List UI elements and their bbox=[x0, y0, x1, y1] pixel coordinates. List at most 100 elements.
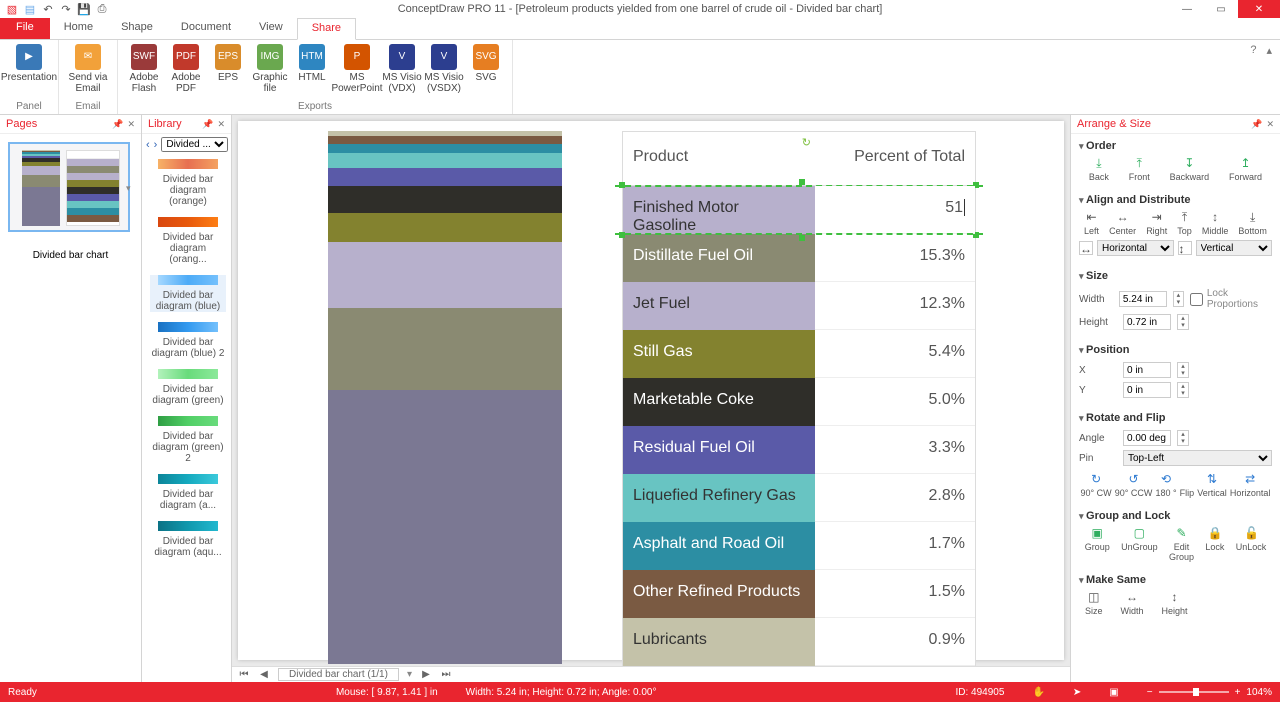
panel-close-icon[interactable]: ✕ bbox=[217, 119, 225, 130]
order-back-button[interactable]: ⤓Back bbox=[1089, 156, 1109, 182]
order-section[interactable]: Order bbox=[1079, 138, 1272, 156]
help-icon[interactable]: ? bbox=[1250, 44, 1256, 56]
width-spinner[interactable]: ▴▾ bbox=[1173, 291, 1184, 307]
align-section[interactable]: Align and Distribute bbox=[1079, 192, 1272, 210]
group-button[interactable]: ▣Group bbox=[1085, 526, 1110, 562]
align-bottom-button[interactable]: ⤓Bottom bbox=[1238, 210, 1267, 236]
maximize-button[interactable]: ▭ bbox=[1204, 0, 1238, 18]
bar-segment[interactable] bbox=[328, 213, 562, 242]
align-center-button[interactable]: ↔Center bbox=[1109, 210, 1136, 236]
bar-segment[interactable] bbox=[328, 186, 562, 213]
rotate-section[interactable]: Rotate and Flip bbox=[1079, 410, 1272, 428]
fit-page-icon[interactable]: ▣ bbox=[1109, 687, 1118, 698]
table-row[interactable]: Still Gas5.4% bbox=[623, 330, 975, 378]
html-button[interactable]: HTMHTML bbox=[292, 42, 332, 100]
align-top-button[interactable]: ⤒Top bbox=[1177, 210, 1192, 236]
panel-close-icon[interactable]: ✕ bbox=[127, 119, 135, 130]
pin-select[interactable]: Top-Left bbox=[1123, 450, 1272, 466]
tab-prev-icon[interactable]: ◀ bbox=[258, 669, 270, 680]
table-row[interactable]: Liquefied Refinery Gas2.8% bbox=[623, 474, 975, 522]
tab-shape[interactable]: Shape bbox=[107, 18, 167, 39]
tab-file[interactable]: File bbox=[0, 18, 50, 39]
bar-segment[interactable] bbox=[328, 153, 562, 168]
graphic-file-button[interactable]: IMGGraphic file bbox=[250, 42, 290, 100]
send-email-button[interactable]: ✉ Send via Email bbox=[65, 42, 111, 100]
ungroup-button[interactable]: ▢UnGroup bbox=[1121, 526, 1158, 562]
undo-icon[interactable]: ↶ bbox=[42, 3, 54, 15]
make-same-section[interactable]: Make Same bbox=[1079, 572, 1272, 590]
library-item[interactable]: Divided bar diagram (orange) bbox=[150, 159, 226, 207]
eps-button[interactable]: EPSEPS bbox=[208, 42, 248, 100]
svg-button[interactable]: SVGSVG bbox=[466, 42, 506, 100]
save-icon[interactable]: 💾 bbox=[78, 3, 90, 15]
page-menu-icon[interactable]: ▾ bbox=[126, 183, 131, 193]
table-row[interactable]: Marketable Coke5.0% bbox=[623, 378, 975, 426]
tab-last-icon[interactable]: ⏭ bbox=[440, 669, 452, 680]
edit-group-button[interactable]: ✎Edit Group bbox=[1169, 526, 1194, 562]
divided-bar-chart[interactable] bbox=[328, 131, 562, 664]
y-spinner[interactable]: ▴▾ bbox=[1177, 382, 1189, 398]
pin-icon[interactable]: 📌 bbox=[112, 119, 123, 130]
minimize-button[interactable]: — bbox=[1170, 0, 1204, 18]
width-input[interactable] bbox=[1119, 291, 1167, 307]
same-size-button[interactable]: ◫Size bbox=[1085, 590, 1103, 616]
align-left-button[interactable]: ⇤Left bbox=[1084, 210, 1099, 236]
tab-view[interactable]: View bbox=[245, 18, 297, 39]
zoom-out-icon[interactable]: − bbox=[1147, 687, 1153, 698]
dist-vert-icon[interactable]: ↕ bbox=[1178, 241, 1192, 255]
align-middle-button[interactable]: ↕Middle bbox=[1202, 210, 1229, 236]
lock-button[interactable]: 🔒Lock bbox=[1205, 526, 1224, 562]
unlock-button[interactable]: 🔓UnLock bbox=[1236, 526, 1267, 562]
same-width-button[interactable]: ↔Width bbox=[1121, 590, 1144, 616]
panel-close-icon[interactable]: ✕ bbox=[1266, 119, 1274, 130]
order-forward-button[interactable]: ↥Forward bbox=[1229, 156, 1262, 182]
table-row[interactable]: Lubricants0.9% bbox=[623, 618, 975, 666]
visio-vsdx-button[interactable]: VMS Visio (VSDX) bbox=[424, 42, 464, 100]
rotate-handle-icon[interactable]: ↻ bbox=[802, 136, 811, 149]
library-item[interactable]: Divided bar diagram (blue) bbox=[150, 275, 226, 312]
same-height-button[interactable]: ↕Height bbox=[1162, 590, 1188, 616]
lib-prev-icon[interactable]: ‹ bbox=[146, 139, 150, 151]
lib-next-icon[interactable]: › bbox=[154, 139, 158, 151]
table-row[interactable]: Asphalt and Road Oil1.7% bbox=[623, 522, 975, 570]
ms-ppt-button[interactable]: PMS PowerPoint bbox=[334, 42, 380, 100]
tab-menu-icon[interactable]: ▾ bbox=[407, 669, 412, 680]
bar-segment[interactable] bbox=[328, 242, 562, 308]
x-spinner[interactable]: ▴▾ bbox=[1177, 362, 1189, 378]
rotate-180-button[interactable]: ⟲180 ° bbox=[1155, 472, 1176, 498]
visio-vdx-button[interactable]: VMS Visio (VDX) bbox=[382, 42, 422, 100]
tab-share[interactable]: Share bbox=[297, 18, 356, 40]
table-row[interactable]: Distillate Fuel Oil15.3% bbox=[623, 234, 975, 282]
rotate-cw-button[interactable]: ↻90° CW bbox=[1081, 472, 1112, 498]
redo-icon[interactable]: ↷ bbox=[60, 3, 72, 15]
order-front-button[interactable]: ⤒Front bbox=[1129, 156, 1150, 182]
tab-document[interactable]: Document bbox=[167, 18, 245, 39]
new-icon[interactable]: ▧ bbox=[6, 3, 18, 15]
dist-horiz-select[interactable]: Horizontal bbox=[1097, 240, 1174, 256]
angle-input[interactable] bbox=[1123, 430, 1171, 446]
library-item[interactable]: Divided bar diagram (green) bbox=[150, 369, 226, 406]
table-row[interactable]: Finished Motor Gasoline51 bbox=[623, 186, 975, 234]
x-input[interactable] bbox=[1123, 362, 1171, 378]
adobe-flash-button[interactable]: SWFAdobe Flash bbox=[124, 42, 164, 100]
rotate-ccw-button[interactable]: ↺90° CCW bbox=[1115, 472, 1153, 498]
pin-icon[interactable]: 📌 bbox=[202, 119, 213, 130]
tab-first-icon[interactable]: ⏮ bbox=[238, 669, 250, 680]
table-row[interactable]: Other Refined Products1.5% bbox=[623, 570, 975, 618]
bar-segment[interactable] bbox=[328, 390, 562, 664]
zoom-in-icon[interactable]: + bbox=[1235, 687, 1241, 698]
zoom-slider[interactable] bbox=[1159, 691, 1229, 693]
table-row[interactable]: Residual Fuel Oil3.3% bbox=[623, 426, 975, 474]
library-item[interactable]: Divided bar diagram (blue) 2 bbox=[150, 322, 226, 359]
library-item[interactable]: Divided bar diagram (green) 2 bbox=[150, 416, 226, 464]
bar-segment[interactable] bbox=[328, 308, 562, 390]
doc-icon[interactable]: ▤ bbox=[24, 3, 36, 15]
library-combo[interactable]: Divided ... bbox=[161, 137, 228, 152]
flip-v-button[interactable]: ⇅Vertical bbox=[1197, 472, 1227, 498]
flip-h-button[interactable]: ⇄Horizontal bbox=[1230, 472, 1271, 498]
dist-horiz-icon[interactable]: ↔ bbox=[1079, 241, 1093, 255]
pin-icon[interactable]: 📌 bbox=[1251, 119, 1262, 130]
page-tab[interactable]: Divided bar chart (1/1) bbox=[278, 668, 399, 681]
bar-segment[interactable] bbox=[328, 144, 562, 153]
group-section[interactable]: Group and Lock bbox=[1079, 508, 1272, 526]
